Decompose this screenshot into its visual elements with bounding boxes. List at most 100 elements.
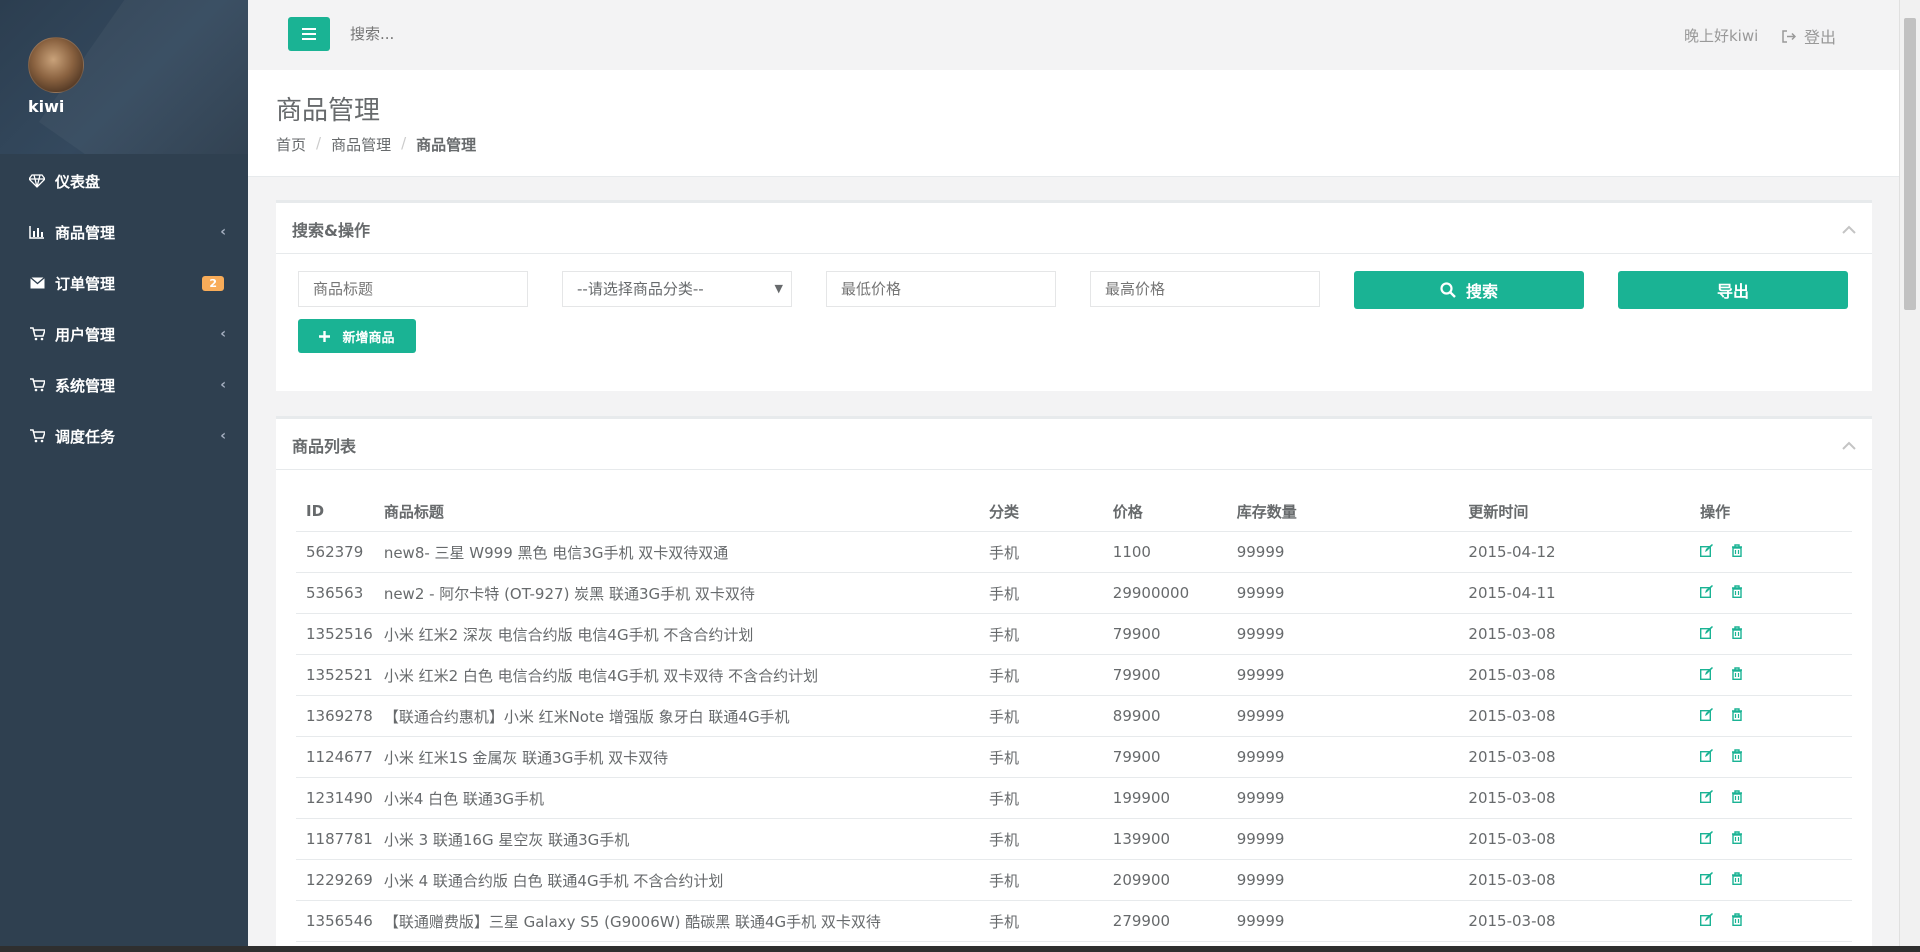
top-navbar: 晚上好kiwi 登出 xyxy=(248,0,1900,71)
menu-toggle-button[interactable] xyxy=(288,17,330,51)
cell-title: 小米 红米1S 金属灰 联通3G手机 双卡双待 xyxy=(373,736,979,778)
sidebar-item-dashboard[interactable]: 仪表盘 xyxy=(0,156,248,206)
cell-updated: 2015-03-08 xyxy=(1458,613,1691,655)
cell-stock: 99999 xyxy=(1226,613,1459,655)
breadcrumb-current: 商品管理 xyxy=(416,136,477,154)
cell-stock: 99999 xyxy=(1226,859,1459,901)
edit-icon[interactable] xyxy=(1700,544,1714,557)
profile-header: kiwi xyxy=(0,0,248,154)
sidebar-item-orders[interactable]: 订单管理 2 xyxy=(0,258,248,308)
sidebar-item-label: 系统管理 xyxy=(55,376,116,395)
collapse-chevron-up-icon[interactable] xyxy=(1842,220,1856,238)
delete-icon[interactable] xyxy=(1731,585,1743,598)
collapse-chevron-up-icon[interactable] xyxy=(1842,436,1856,454)
search-panel-title: 搜索&操作 xyxy=(292,221,370,240)
delete-icon[interactable] xyxy=(1731,708,1743,721)
cell-title: 小米 3 联通16G 星空灰 联通3G手机 xyxy=(373,818,979,860)
max-price-input[interactable] xyxy=(1090,271,1320,307)
search-panel-header: 搜索&操作 xyxy=(276,203,1872,254)
sign-out-icon xyxy=(1782,29,1796,43)
cell-price: 79900 xyxy=(1102,654,1227,696)
breadcrumb-home[interactable]: 首页 xyxy=(276,134,306,155)
export-button-label: 导出 xyxy=(1716,282,1749,301)
table-row: 1187781 小米 3 联通16G 星空灰 联通3G手机 手机 139900 9999… xyxy=(296,818,1852,860)
cell-updated: 2015-03-08 xyxy=(1458,777,1691,819)
cell-updated: 2015-03-08 xyxy=(1458,654,1691,696)
table-row: 1352521 小米 红米2 白色 电信合约版 电信4G手机 双卡双待 不含合约计… xyxy=(296,654,1852,696)
cell-category: 手机 xyxy=(978,777,1103,819)
table-row: 536563 new2 - 阿尔卡特 (OT-927) 炭黑 联通3G手机 双卡双… xyxy=(296,572,1852,614)
column-header-price[interactable]: 价格 xyxy=(1102,491,1227,532)
top-search-input[interactable] xyxy=(348,24,652,44)
delete-icon[interactable] xyxy=(1731,626,1743,639)
caret-down-icon: ▼ xyxy=(774,282,783,295)
sidebar-item-system[interactable]: 系统管理 ‹ xyxy=(0,360,248,410)
table-header-row: ID 商品标题 分类 价格 库存数量 更新时间 操作 xyxy=(296,491,1852,532)
table-row: 1352516 小米 红米2 深灰 电信合约版 电信4G手机 不含合约计划 手机 79… xyxy=(296,613,1852,655)
sidebar-item-label: 商品管理 xyxy=(55,223,116,242)
delete-icon[interactable] xyxy=(1731,667,1743,680)
breadcrumb: 首页 / 商品管理 / 商品管理 xyxy=(276,134,476,155)
edit-icon[interactable] xyxy=(1700,667,1714,680)
scrollbar-thumb[interactable] xyxy=(1904,18,1916,310)
cell-title: 小米 4 联通合约版 白色 联通4G手机 不含合约计划 xyxy=(373,859,979,901)
cell-price: 279900 xyxy=(1102,900,1227,942)
cart-icon xyxy=(29,428,45,444)
sidebar-item-scheduler[interactable]: 调度任务 ‹ xyxy=(0,411,248,461)
edit-icon[interactable] xyxy=(1700,749,1714,762)
cell-title: 【联通赠费版】三星 Galaxy S5 (G9006W) 酷碳黑 联通4G手机 … xyxy=(373,900,979,942)
edit-icon[interactable] xyxy=(1700,585,1714,598)
edit-icon[interactable] xyxy=(1700,913,1714,926)
page-scrollbar[interactable] xyxy=(1899,0,1920,952)
cell-stock: 99999 xyxy=(1226,531,1459,573)
min-price-input[interactable] xyxy=(826,271,1056,307)
product-title-input[interactable] xyxy=(298,271,528,307)
cell-updated: 2015-04-11 xyxy=(1458,572,1691,614)
delete-icon[interactable] xyxy=(1731,913,1743,926)
cell-actions xyxy=(1690,572,1852,614)
delete-icon[interactable] xyxy=(1731,831,1743,844)
edit-icon[interactable] xyxy=(1700,790,1714,803)
sidebar-item-label: 仪表盘 xyxy=(55,172,101,191)
cell-id: 1352521 xyxy=(296,654,374,696)
edit-icon[interactable] xyxy=(1700,626,1714,639)
sidebar-username[interactable]: kiwi xyxy=(28,97,64,116)
cell-category: 手机 xyxy=(978,900,1103,942)
cell-actions xyxy=(1690,777,1852,819)
column-header-title[interactable]: 商品标题 xyxy=(373,491,979,532)
delete-icon[interactable] xyxy=(1731,749,1743,762)
delete-icon[interactable] xyxy=(1731,872,1743,885)
edit-icon[interactable] xyxy=(1700,872,1714,885)
product-list-panel: 商品列表 ID 商品标题 分类 价格 库存数量 更新时间 操作 562379 n… xyxy=(276,416,1872,949)
table-row: 1231490 小米4 白色 联通3G手机 手机 199900 99999 2015-03… xyxy=(296,777,1852,819)
cell-actions xyxy=(1690,859,1852,901)
cart-icon xyxy=(29,377,45,393)
avatar[interactable] xyxy=(28,37,84,93)
edit-icon[interactable] xyxy=(1700,708,1714,721)
column-header-id[interactable]: ID xyxy=(296,491,374,532)
table-row: 1229269 小米 4 联通合约版 白色 联通4G手机 不含合约计划 手机 2099… xyxy=(296,859,1852,901)
cell-title: 小米 红米2 白色 电信合约版 电信4G手机 双卡双待 不含合约计划 xyxy=(373,654,979,696)
edit-icon[interactable] xyxy=(1700,831,1714,844)
category-select[interactable]: --请选择商品分类-- ▼ xyxy=(562,271,792,307)
logout-link[interactable]: 登出 xyxy=(1782,24,1836,48)
sidebar-item-users[interactable]: 用户管理 ‹ xyxy=(0,309,248,359)
cell-updated: 2015-03-08 xyxy=(1458,695,1691,737)
delete-icon[interactable] xyxy=(1731,790,1743,803)
column-header-category[interactable]: 分类 xyxy=(978,491,1103,532)
cell-price: 79900 xyxy=(1102,736,1227,778)
logout-label: 登出 xyxy=(1804,28,1837,47)
cell-stock: 99999 xyxy=(1226,654,1459,696)
table-row: 1124677 小米 红米1S 金属灰 联通3G手机 双卡双待 手机 79900 999… xyxy=(296,736,1852,778)
search-button[interactable]: 搜索 xyxy=(1354,271,1584,309)
column-header-updated[interactable]: 更新时间 xyxy=(1458,491,1691,532)
cell-updated: 2015-03-08 xyxy=(1458,736,1691,778)
column-header-stock[interactable]: 库存数量 xyxy=(1226,491,1459,532)
cell-price: 89900 xyxy=(1102,695,1227,737)
export-button[interactable]: 导出 xyxy=(1618,271,1848,309)
add-product-button[interactable]: 新增商品 xyxy=(298,319,416,353)
delete-icon[interactable] xyxy=(1731,544,1743,557)
breadcrumb-section[interactable]: 商品管理 xyxy=(331,134,391,155)
cell-title: 小米4 白色 联通3G手机 xyxy=(373,777,979,819)
sidebar-item-products[interactable]: 商品管理 ‹ xyxy=(0,207,248,257)
